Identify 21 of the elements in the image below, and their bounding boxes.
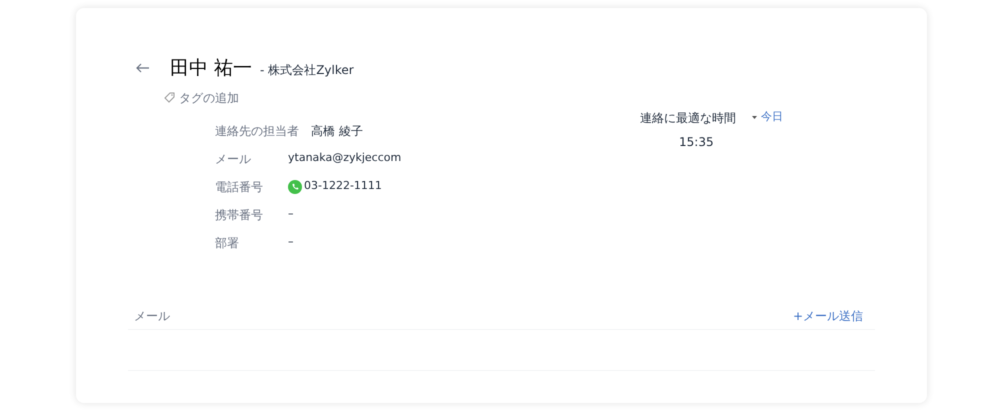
- add-tag-link[interactable]: タグの追加: [164, 88, 239, 106]
- field-label: メール: [215, 150, 252, 168]
- company-name: - 株式会社Zylker: [260, 62, 354, 79]
- owner-name: 高橋 綾子: [311, 122, 363, 140]
- section-title: メール: [134, 308, 170, 324]
- caret-icon: [752, 116, 757, 119]
- field-label: 部署: [215, 234, 240, 252]
- back-icon[interactable]: [136, 63, 150, 74]
- day-dropdown[interactable]: 今日: [752, 109, 783, 126]
- contact-name: 田中 祐一: [170, 56, 252, 81]
- field-value: –: [288, 206, 294, 222]
- tag-icon: [164, 92, 175, 103]
- field-value[interactable]: 03-1222-1111: [304, 178, 382, 195]
- field-label: 連絡先の担当者: [215, 122, 299, 140]
- field-value: –: [288, 234, 294, 250]
- send-email-link[interactable]: +メール送信: [792, 306, 863, 324]
- field-value: ytanaka@zykjeccom: [288, 150, 402, 166]
- field-label: 電話番号: [215, 178, 264, 196]
- field-label: 携帯番号: [215, 206, 264, 224]
- best-time-value: 15:35: [679, 134, 714, 150]
- best-time-label: 連絡に最適な時間: [640, 110, 737, 126]
